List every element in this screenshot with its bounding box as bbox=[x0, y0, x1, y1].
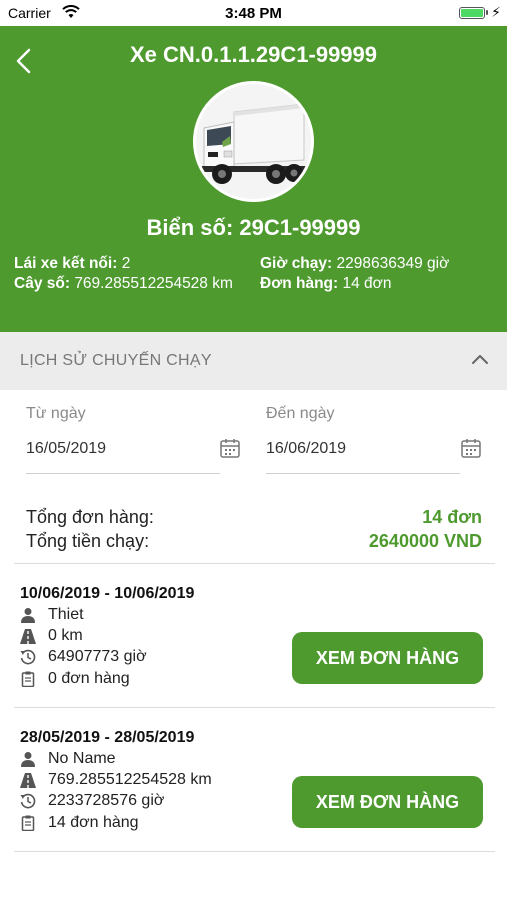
history-icon bbox=[20, 649, 36, 665]
vehicle-info-left: Lái xe kết nối: 2 Cây số: 769.2855122545… bbox=[14, 254, 244, 294]
section-title: LỊCH SỬ CHUYẾN CHẠY bbox=[20, 352, 212, 369]
odometer-label: Cây số: bbox=[14, 275, 70, 292]
road-icon bbox=[20, 629, 36, 644]
hours-label: Giờ chạy: bbox=[260, 255, 333, 272]
vehicle-header: Xe CN.0.1.1.29C1-99999 Biển số: 29C1-999… bbox=[0, 26, 507, 332]
divider bbox=[14, 707, 495, 708]
trip-history-section-header[interactable]: LỊCH SỬ CHUYẾN CHẠY bbox=[0, 332, 507, 390]
hours-value: 2298636349 giờ bbox=[336, 255, 450, 272]
driver-count-value: 2 bbox=[121, 255, 131, 272]
trip-driver-name: Thiet bbox=[48, 606, 84, 623]
trip-item: 10/06/2019 - 10/06/2019 Thiet 0 km 64907… bbox=[0, 585, 507, 715]
person-icon bbox=[21, 608, 35, 623]
charging-icon: ⚡ bbox=[491, 4, 501, 20]
road-icon bbox=[20, 773, 36, 788]
total-amount-label: Tổng tiền chạy: bbox=[26, 531, 150, 551]
back-arrow-icon[interactable] bbox=[12, 46, 36, 76]
orders-label: Đơn hàng: bbox=[260, 275, 339, 292]
truck-image bbox=[193, 81, 314, 202]
status-time: 3:48 PM bbox=[225, 5, 282, 22]
person-icon bbox=[21, 752, 35, 767]
trip-driver-name: No Name bbox=[48, 750, 116, 767]
to-date-field[interactable]: 16/06/2019 bbox=[266, 428, 460, 474]
plate-number: Biển số: 29C1-99999 bbox=[146, 215, 361, 240]
trip-date-range: 10/06/2019 - 10/06/2019 bbox=[20, 585, 195, 602]
view-orders-button[interactable]: XEM ĐƠN HÀNG bbox=[292, 776, 483, 828]
clipboard-icon bbox=[21, 671, 35, 687]
trip-distance-value: 0 km bbox=[48, 627, 83, 644]
history-icon bbox=[20, 793, 36, 809]
divider bbox=[14, 563, 495, 564]
total-orders-label: Tổng đơn hàng: bbox=[26, 507, 154, 527]
from-date-field[interactable]: 16/05/2019 bbox=[26, 428, 220, 474]
view-orders-button[interactable]: XEM ĐƠN HÀNG bbox=[292, 632, 483, 684]
trip-distance-value: 769.285512254528 km bbox=[48, 771, 212, 788]
battery-icon bbox=[459, 7, 485, 19]
trip-orders-value: 14 đơn hàng bbox=[48, 814, 139, 831]
page-title: Xe CN.0.1.1.29C1-99999 bbox=[129, 42, 378, 67]
trip-date-range: 28/05/2019 - 28/05/2019 bbox=[20, 729, 195, 746]
battery-tip bbox=[486, 10, 488, 15]
trip-item: 28/05/2019 - 28/05/2019 No Name 769.2855… bbox=[0, 729, 507, 859]
clipboard-icon bbox=[21, 815, 35, 831]
trip-hours-value: 64907773 giờ bbox=[48, 648, 147, 665]
trip-orders-value: 0 đơn hàng bbox=[48, 670, 130, 687]
calendar-icon[interactable] bbox=[460, 437, 482, 459]
vehicle-info-right: Giờ chạy: 2298636349 giờ Đơn hàng: 14 đơ… bbox=[260, 254, 500, 294]
orders-value: 14 đơn bbox=[342, 275, 392, 292]
status-bar: Carrier 3:48 PM ⚡ bbox=[0, 0, 507, 26]
from-date-label: Từ ngày bbox=[26, 405, 86, 422]
total-orders-value: 14 đơn bbox=[422, 507, 482, 527]
trip-hours-value: 2233728576 giờ bbox=[48, 792, 165, 809]
chevron-up-icon[interactable] bbox=[471, 352, 489, 366]
driver-count-label: Lái xe kết nối: bbox=[14, 255, 118, 272]
divider bbox=[14, 851, 495, 852]
to-date-label: Đến ngày bbox=[266, 405, 335, 422]
calendar-icon[interactable] bbox=[219, 437, 241, 459]
total-amount-value: 2640000 VND bbox=[368, 531, 482, 551]
odometer-value: 769.285512254528 km bbox=[74, 275, 233, 292]
